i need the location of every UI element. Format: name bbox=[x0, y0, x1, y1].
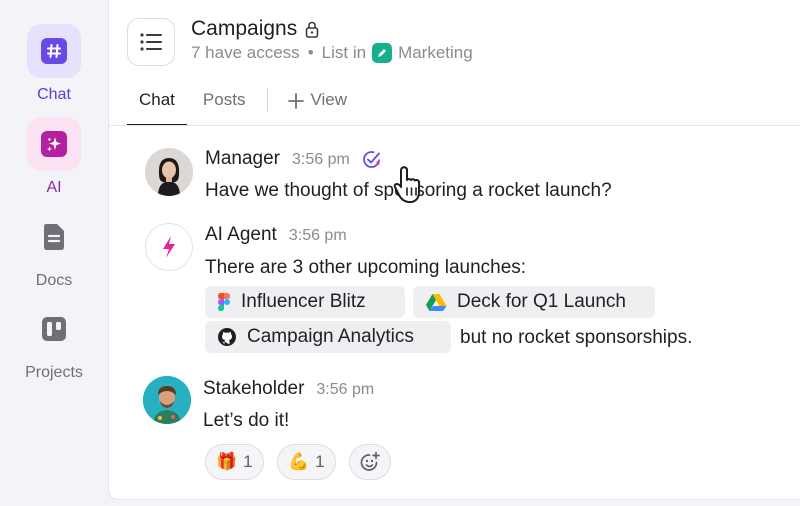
tabs-divider bbox=[109, 125, 800, 126]
channel-panel: Campaigns 7 have access • List in Market… bbox=[108, 0, 800, 500]
space-icon bbox=[372, 43, 393, 63]
page-title: Campaigns bbox=[191, 17, 319, 41]
document-icon bbox=[44, 224, 64, 250]
list-location-label: List in bbox=[321, 43, 367, 62]
linked-repo-chip[interactable]: Campaign Analytics bbox=[205, 321, 451, 353]
message-time: 3:56 pm bbox=[316, 381, 375, 398]
chip-label: Influencer Blitz bbox=[241, 291, 366, 312]
message-time: 3:56 pm bbox=[288, 227, 347, 244]
add-reaction-button[interactable] bbox=[349, 444, 391, 480]
add-emoji-icon bbox=[360, 451, 380, 471]
github-icon bbox=[218, 328, 236, 346]
message-text: Let’s do it! bbox=[203, 410, 290, 431]
avatar[interactable] bbox=[143, 376, 191, 424]
message-time: 3:56 pm bbox=[292, 151, 350, 168]
reaction-flexed-biceps[interactable]: 💪 1 bbox=[277, 444, 336, 480]
separator-dot: • bbox=[307, 43, 314, 62]
rail-icon-bg bbox=[27, 24, 81, 78]
chip-label: Campaign Analytics bbox=[247, 326, 414, 347]
message-header: Stakeholder 3:56 pm bbox=[203, 378, 374, 400]
access-count[interactable]: 7 have access bbox=[191, 43, 300, 63]
message-suffix-text: but no rocket sponsorships. bbox=[460, 327, 693, 348]
linked-doc-chip[interactable]: Deck for Q1 Launch bbox=[413, 286, 655, 318]
tab-chat[interactable]: Chat bbox=[127, 84, 187, 126]
sidebar-item-projects[interactable]: Projects bbox=[0, 302, 108, 382]
tab-divider bbox=[267, 88, 269, 112]
sidebar-item-label: Projects bbox=[25, 364, 83, 381]
board-icon bbox=[42, 317, 66, 341]
lock-icon bbox=[305, 21, 319, 38]
sidebar-item-label: AI bbox=[46, 179, 62, 196]
channel-tabs: Chat Posts View bbox=[127, 84, 359, 126]
rail-icon-bg bbox=[27, 302, 81, 356]
avatar[interactable] bbox=[145, 148, 193, 196]
google-drive-icon bbox=[426, 293, 447, 311]
lightning-icon bbox=[163, 236, 175, 258]
message-header: Manager 3:56 pm bbox=[205, 148, 382, 170]
rail-icon-bg bbox=[27, 210, 81, 264]
figma-icon bbox=[218, 293, 230, 311]
sidebar-item-label: Chat bbox=[37, 86, 71, 103]
message-text: There are 3 other upcoming launches: bbox=[205, 257, 527, 278]
list-view-button[interactable] bbox=[127, 18, 175, 66]
flexed-biceps-icon: 💪 bbox=[288, 452, 310, 471]
channel-title: Campaigns bbox=[191, 17, 298, 40]
channel-subtitle: 7 have access • List in Marketing bbox=[191, 43, 473, 63]
linked-task-chip[interactable]: Influencer Blitz bbox=[205, 286, 405, 318]
reaction-count: 1 bbox=[315, 452, 325, 471]
sparkle-icon bbox=[41, 131, 67, 157]
tab-posts[interactable]: Posts bbox=[191, 84, 258, 126]
sidebar-item-ai[interactable]: AI bbox=[0, 117, 108, 197]
pointer-cursor-icon bbox=[393, 166, 420, 203]
sidebar-item-label: Docs bbox=[35, 272, 73, 289]
ai-agent-avatar[interactable] bbox=[145, 223, 193, 271]
add-view-button[interactable]: View bbox=[276, 84, 359, 126]
sidebar-item-docs[interactable]: Docs bbox=[0, 210, 108, 290]
list-icon bbox=[140, 33, 162, 51]
plus-icon bbox=[288, 93, 305, 109]
space-link[interactable]: Marketing bbox=[398, 43, 473, 63]
sidebar-item-chat[interactable]: Chat bbox=[0, 24, 108, 104]
gift-icon: 🎁 bbox=[216, 452, 238, 471]
reaction-count: 1 bbox=[243, 452, 253, 471]
rail-icon-bg bbox=[27, 117, 81, 171]
sidebar: Chat AI Docs Projects bbox=[0, 0, 108, 506]
author-name[interactable]: AI Agent bbox=[205, 224, 277, 246]
hashtag-icon bbox=[41, 38, 67, 64]
author-name[interactable]: Manager bbox=[205, 148, 280, 170]
app-window: Chat AI Docs Projects Campaigns 7 have a… bbox=[0, 0, 800, 506]
add-view-label: View bbox=[310, 90, 347, 109]
author-name[interactable]: Stakeholder bbox=[203, 378, 304, 400]
chip-label: Deck for Q1 Launch bbox=[457, 291, 626, 312]
check-circle-icon[interactable] bbox=[362, 149, 382, 169]
reaction-gift[interactable]: 🎁 1 bbox=[205, 444, 264, 480]
message-header: AI Agent 3:56 pm bbox=[205, 224, 347, 246]
